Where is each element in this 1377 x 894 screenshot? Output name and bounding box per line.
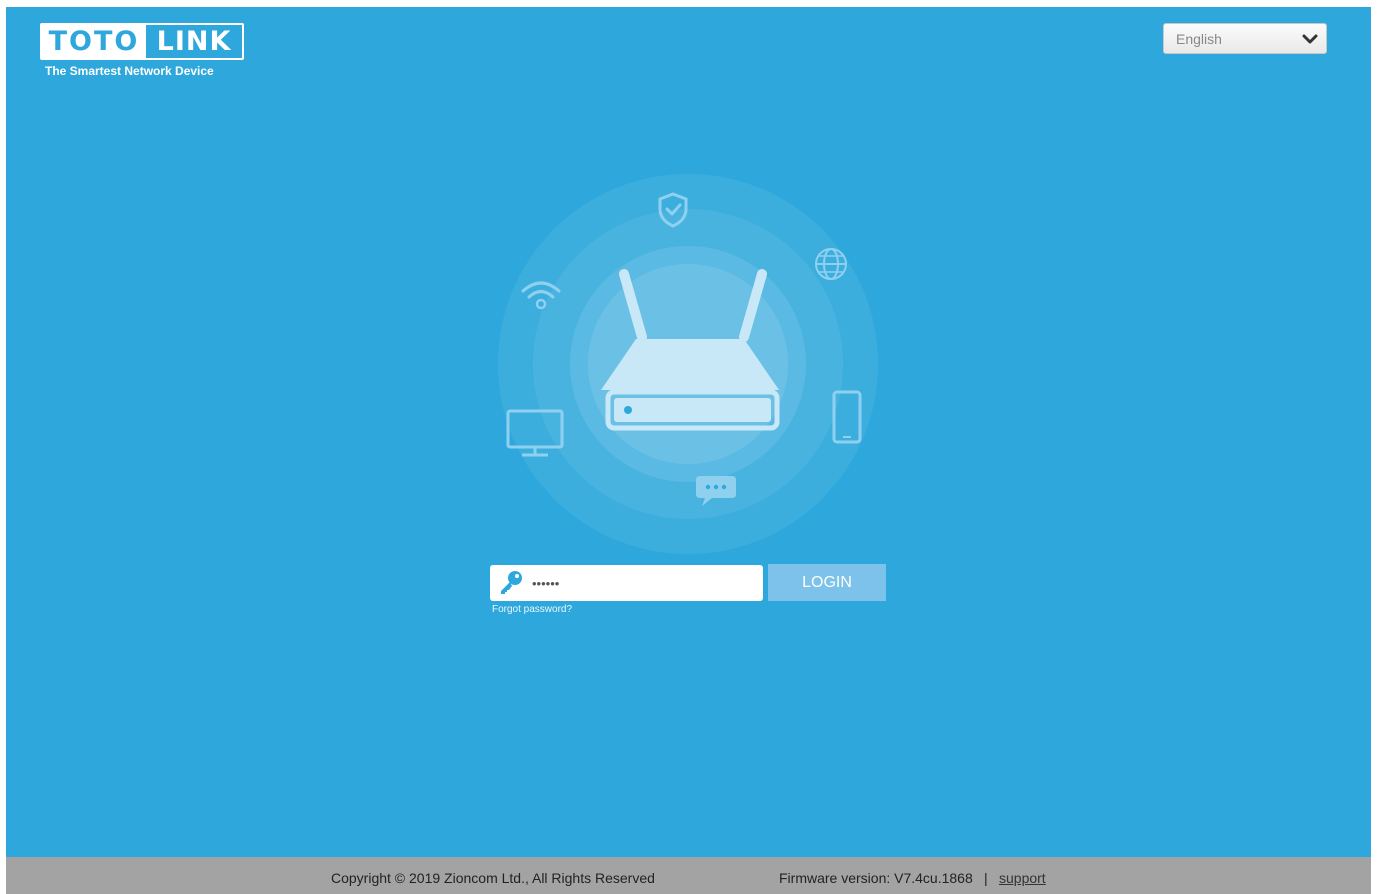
logo-text-toto: TOTO <box>42 25 146 58</box>
footer-separator: | <box>984 870 988 886</box>
language-selected-value: English <box>1176 31 1222 47</box>
logo-box: TOTO LINK <box>40 23 244 60</box>
password-input[interactable] <box>532 572 752 594</box>
firmware-version: Firmware version: V7.4cu.1868 <box>779 870 973 886</box>
support-link[interactable]: support <box>999 870 1046 886</box>
router-illustration <box>498 174 878 554</box>
forgot-password-link[interactable]: Forgot password? <box>492 604 572 615</box>
logo-text-link: LINK <box>156 26 232 57</box>
totolink-logo: TOTO LINK The Smartest Network Device <box>40 23 250 83</box>
login-page: TOTO LINK The Smartest Network Device En… <box>6 7 1371 857</box>
password-field <box>490 565 763 601</box>
key-icon <box>501 571 522 594</box>
logo-tagline: The Smartest Network Device <box>45 64 214 78</box>
chevron-down-icon <box>1302 34 1318 44</box>
login-button[interactable]: LOGIN <box>768 564 886 601</box>
footer: Copyright © 2019 Zioncom Ltd., All Right… <box>6 857 1371 894</box>
copyright-text: Copyright © 2019 Zioncom Ltd., All Right… <box>331 870 655 886</box>
language-select[interactable]: English <box>1163 23 1327 54</box>
